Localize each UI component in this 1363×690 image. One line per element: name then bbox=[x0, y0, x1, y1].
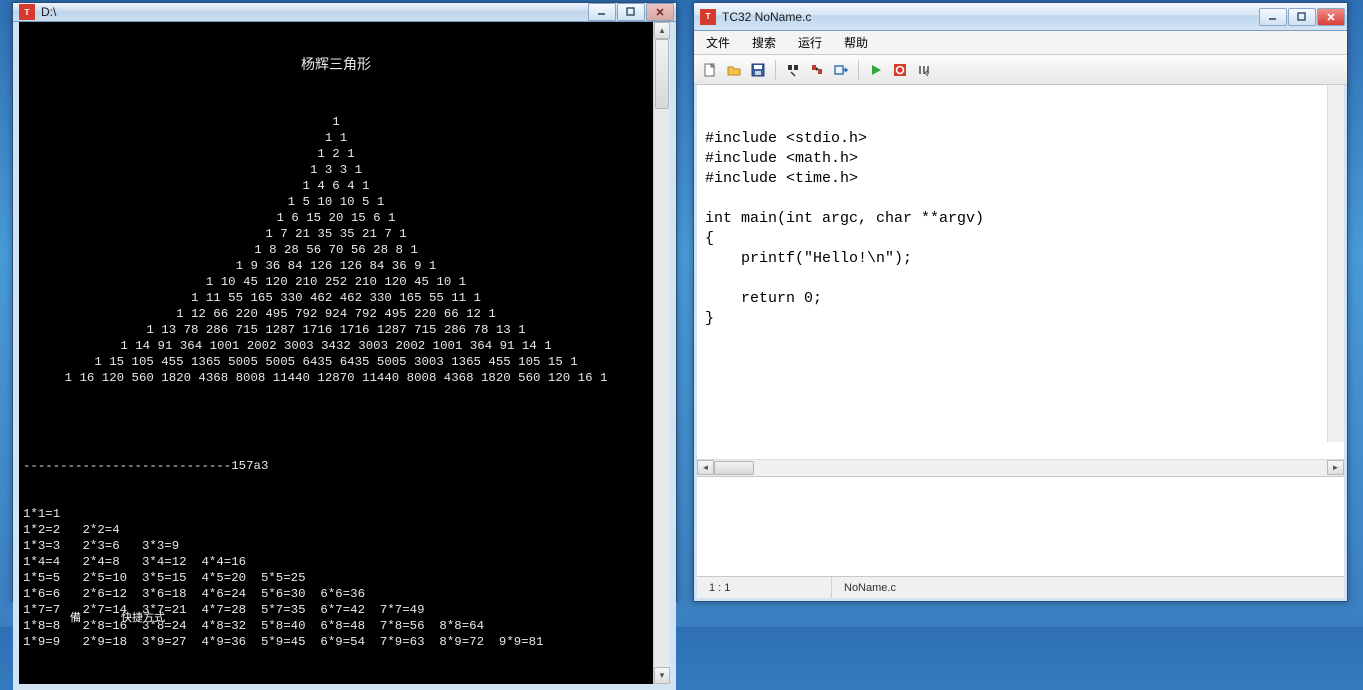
menubar: 文件 搜索 运行 帮助 bbox=[694, 31, 1347, 55]
triangle-row: 1 8 28 56 70 56 28 8 1 bbox=[23, 242, 649, 258]
status-filename: NoName.c bbox=[832, 577, 1344, 598]
triangle-row: 1 11 55 165 330 462 462 330 165 55 11 1 bbox=[23, 290, 649, 306]
editor-window: T TC32 NoName.c 文件 搜索 运行 帮助 #include <st… bbox=[693, 2, 1348, 602]
console-output: 杨辉三角形 11 11 2 11 3 3 11 4 6 4 11 5 10 10… bbox=[19, 22, 653, 684]
taskbar-text: 備 bbox=[70, 609, 81, 625]
mult-row: 1*2=2 2*2=4 bbox=[23, 522, 649, 538]
mult-row: 1*1=1 bbox=[23, 506, 649, 522]
new-file-icon[interactable] bbox=[700, 60, 720, 80]
code-line: } bbox=[705, 309, 1336, 329]
replace-icon[interactable] bbox=[807, 60, 827, 80]
triangle-row: 1 bbox=[23, 114, 649, 130]
triangle-row: 1 3 3 1 bbox=[23, 162, 649, 178]
app-icon: T bbox=[19, 4, 35, 20]
code-line: return 0; bbox=[705, 289, 1336, 309]
code-line: printf("Hello!\n"); bbox=[705, 249, 1336, 269]
save-icon[interactable] bbox=[748, 60, 768, 80]
maximize-button[interactable] bbox=[617, 3, 645, 21]
editor-titlebar[interactable]: T TC32 NoName.c bbox=[694, 3, 1347, 31]
triangle-title: 杨辉三角形 bbox=[23, 58, 649, 74]
output-pane[interactable] bbox=[697, 476, 1344, 576]
triangle-row: 1 6 15 20 15 6 1 bbox=[23, 210, 649, 226]
triangle-row: 1 15 105 455 1365 5005 5005 6435 6435 50… bbox=[23, 354, 649, 370]
stop-icon[interactable] bbox=[890, 60, 910, 80]
minimize-button[interactable] bbox=[1259, 8, 1287, 26]
triangle-row: 1 13 78 286 715 1287 1716 1716 1287 715 … bbox=[23, 322, 649, 338]
code-line bbox=[705, 189, 1336, 209]
maximize-button[interactable] bbox=[1288, 8, 1316, 26]
scroll-thumb[interactable] bbox=[655, 39, 669, 109]
triangle-row: 1 10 45 120 210 252 210 120 45 10 1 bbox=[23, 274, 649, 290]
code-line: #include <time.h> bbox=[705, 169, 1336, 189]
minimize-button[interactable] bbox=[588, 3, 616, 21]
run-icon[interactable] bbox=[866, 60, 886, 80]
code-line: #include <math.h> bbox=[705, 149, 1336, 169]
triangle-row: 1 2 1 bbox=[23, 146, 649, 162]
scroll-up-button[interactable]: ▲ bbox=[654, 22, 670, 39]
mult-row: 1*3=3 2*3=6 3*3=9 bbox=[23, 538, 649, 554]
find-icon[interactable] bbox=[783, 60, 803, 80]
code-line: int main(int argc, char **argv) bbox=[705, 209, 1336, 229]
menu-file[interactable]: 文件 bbox=[702, 32, 734, 53]
triangle-row: 1 12 66 220 495 792 924 792 495 220 66 1… bbox=[23, 306, 649, 322]
console-window: T D:\ 杨辉三角形 11 11 2 11 3 3 11 4 6 4 11 5… bbox=[12, 2, 677, 602]
triangle-row: 1 9 36 84 126 126 84 36 9 1 bbox=[23, 258, 649, 274]
code-line: #include <stdio.h> bbox=[705, 129, 1336, 149]
mult-row: 1*6=6 2*6=12 3*6=18 4*6=24 5*6=30 6*6=36 bbox=[23, 586, 649, 602]
status-position: 1 : 1 bbox=[697, 577, 832, 598]
open-file-icon[interactable] bbox=[724, 60, 744, 80]
scroll-down-button[interactable]: ▼ bbox=[654, 667, 670, 684]
scroll-track[interactable] bbox=[654, 39, 670, 667]
taskbar-hints: 備 快捷方式 bbox=[70, 609, 165, 625]
console-scrollbar[interactable]: ▲ ▼ bbox=[653, 22, 670, 684]
scroll-right-button[interactable]: ► bbox=[1327, 460, 1344, 475]
mult-row: 1*5=5 2*5=10 3*5=15 4*5=20 5*5=25 bbox=[23, 570, 649, 586]
close-button-inactive[interactable] bbox=[646, 3, 674, 21]
app-icon: T bbox=[700, 9, 716, 25]
statusbar: 1 : 1 NoName.c bbox=[697, 576, 1344, 598]
console-title: D:\ bbox=[41, 5, 587, 19]
triangle-row: 1 4 6 4 1 bbox=[23, 178, 649, 194]
editor-hscrollbar[interactable]: ◄ ► bbox=[697, 459, 1344, 476]
scroll-left-button[interactable]: ◄ bbox=[697, 460, 714, 475]
taskbar-text: 快捷方式 bbox=[121, 609, 165, 625]
triangle-row: 1 16 120 560 1820 4368 8008 11440 12870 … bbox=[23, 370, 649, 386]
goto-icon[interactable] bbox=[831, 60, 851, 80]
console-titlebar[interactable]: T D:\ bbox=[13, 3, 676, 22]
editor-vscrollbar[interactable] bbox=[1327, 85, 1344, 442]
editor-title: TC32 NoName.c bbox=[722, 10, 1258, 24]
close-button[interactable] bbox=[1317, 8, 1345, 26]
scroll-thumb[interactable] bbox=[714, 461, 754, 475]
divider-line: ----------------------------157a3 bbox=[23, 458, 649, 474]
menu-run[interactable]: 运行 bbox=[794, 32, 826, 53]
triangle-row: 1 14 91 364 1001 2002 3003 3432 3003 200… bbox=[23, 338, 649, 354]
menu-search[interactable]: 搜索 bbox=[748, 32, 780, 53]
mult-row: 1*9=9 2*9=18 3*9=27 4*9=36 5*9=45 6*9=54… bbox=[23, 634, 649, 650]
triangle-row: 1 1 bbox=[23, 130, 649, 146]
toolbar bbox=[694, 55, 1347, 85]
mult-row: 1*4=4 2*4=8 3*4=12 4*4=16 bbox=[23, 554, 649, 570]
code-editor[interactable]: #include <stdio.h>#include <math.h>#incl… bbox=[697, 85, 1344, 459]
triangle-row: 1 5 10 10 5 1 bbox=[23, 194, 649, 210]
code-line: { bbox=[705, 229, 1336, 249]
triangle-row: 1 7 21 35 35 21 7 1 bbox=[23, 226, 649, 242]
code-line bbox=[705, 269, 1336, 289]
build-icon[interactable] bbox=[914, 60, 934, 80]
menu-help[interactable]: 帮助 bbox=[840, 32, 872, 53]
